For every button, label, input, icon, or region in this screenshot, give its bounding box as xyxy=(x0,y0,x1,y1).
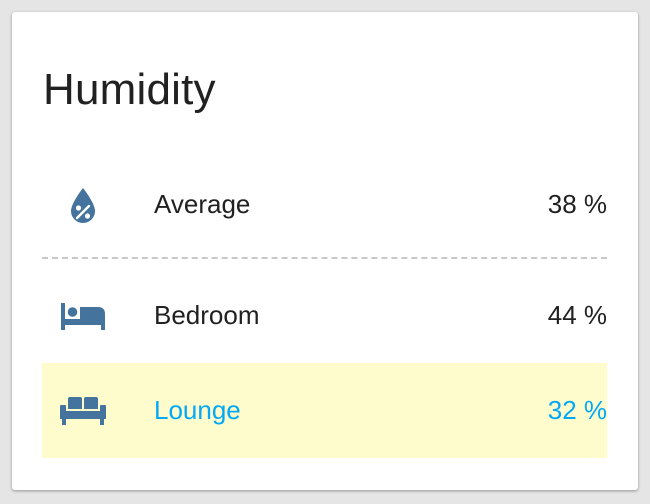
bed-icon xyxy=(42,301,124,331)
entity-label: Lounge xyxy=(154,395,241,425)
entity-label: Average xyxy=(154,189,251,219)
entity-value: 38 % xyxy=(547,189,607,219)
humidity-card: Humidity Average 38 % Bedroom 44 % Loung… xyxy=(12,12,638,490)
entity-row-lounge[interactable]: Lounge 32 % xyxy=(42,363,607,458)
entity-row-bedroom[interactable]: Bedroom 44 % xyxy=(42,268,607,363)
card-title: Humidity xyxy=(43,65,216,114)
water-percent-icon xyxy=(42,186,124,224)
entity-value: 32 % xyxy=(547,395,607,425)
dashed-divider xyxy=(42,257,607,259)
entity-row-average[interactable]: Average 38 % xyxy=(42,157,607,252)
entity-value: 44 % xyxy=(547,300,607,330)
sofa-icon xyxy=(42,396,124,425)
entity-label: Bedroom xyxy=(154,300,260,330)
